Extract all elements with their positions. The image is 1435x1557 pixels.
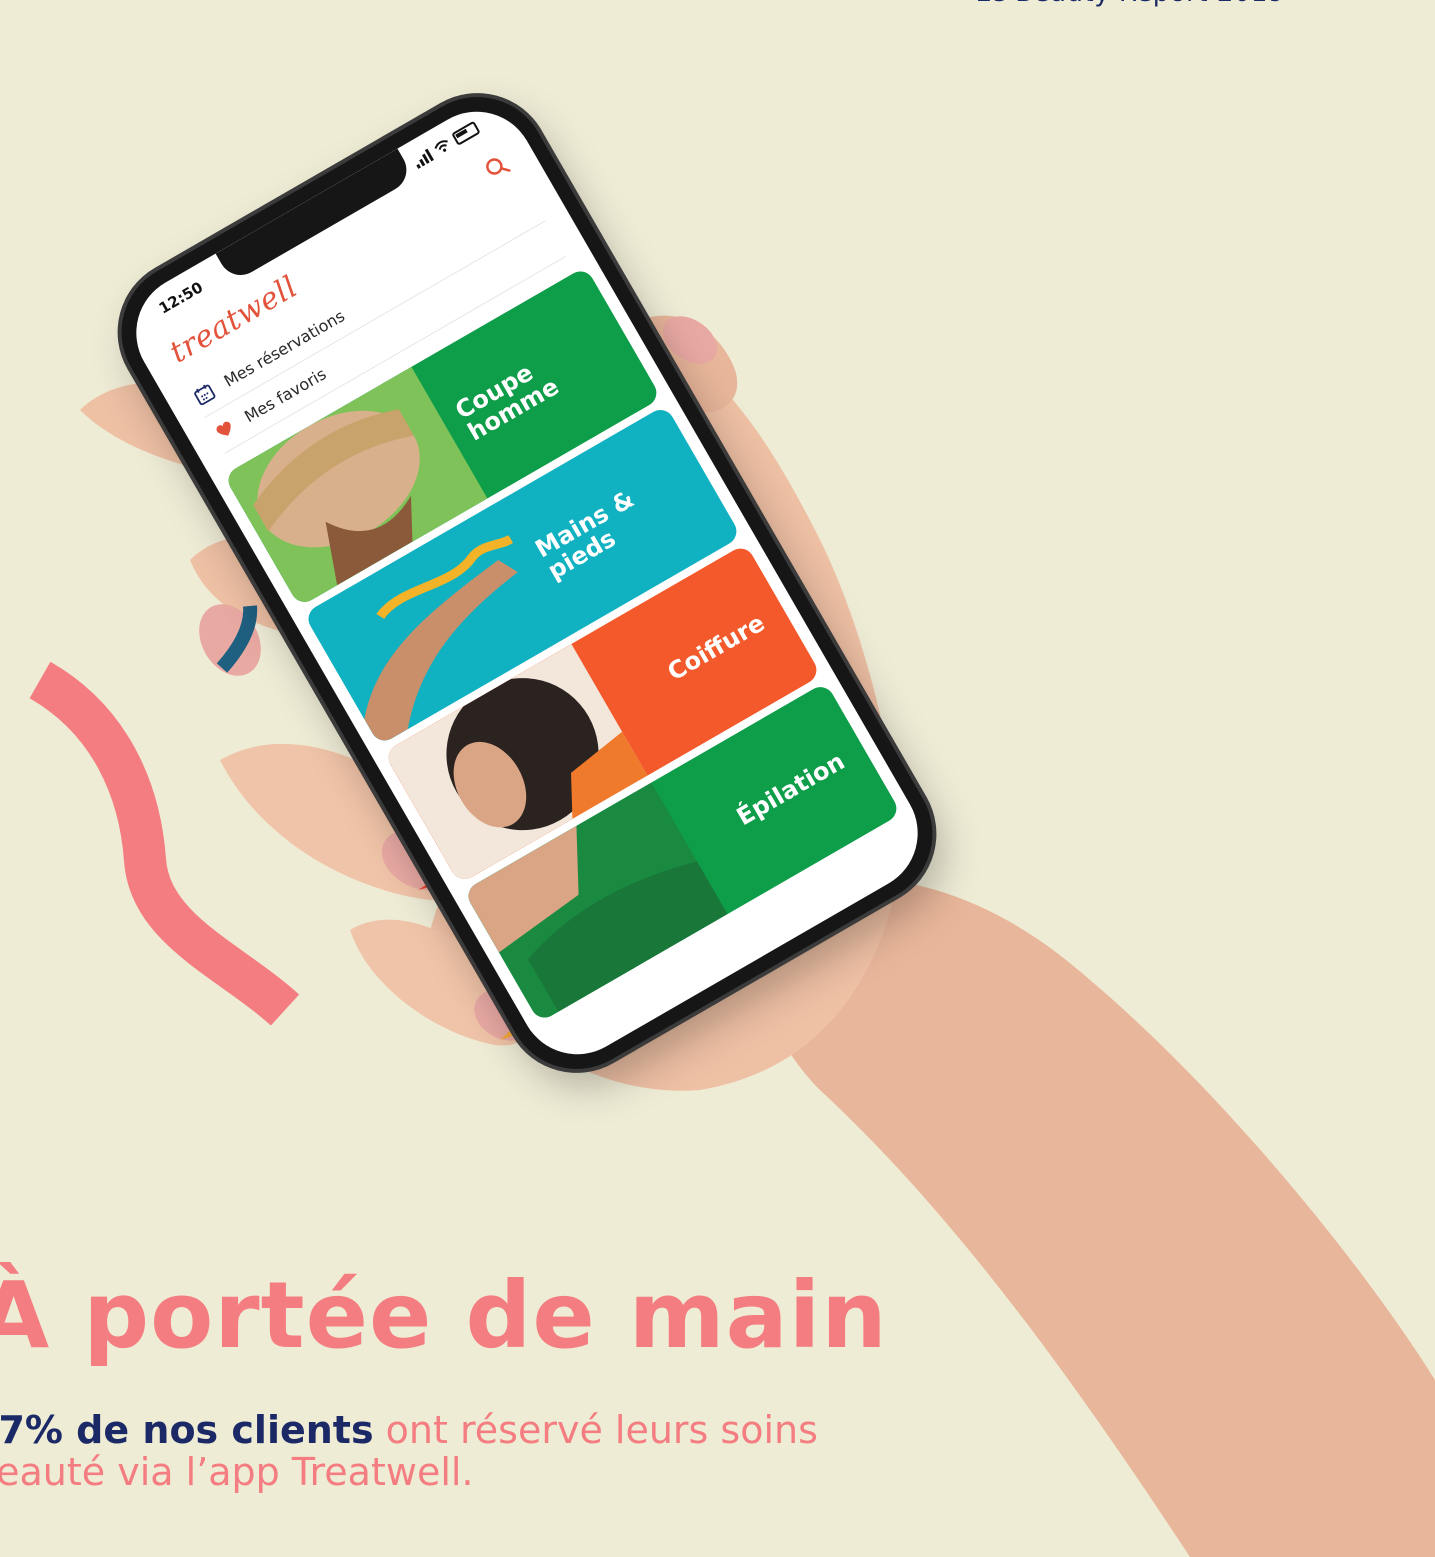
- subtext: 67% de nos clients ont réservé leurs soi…: [0, 1408, 962, 1494]
- search-button[interactable]: [477, 147, 518, 188]
- headline: À portée de main: [0, 1262, 888, 1369]
- category-label: Mains & pieds: [530, 484, 639, 586]
- wifi-icon: [434, 140, 448, 152]
- status-time: 12:50: [155, 278, 207, 318]
- calendar-icon: [188, 378, 221, 411]
- battery-icon: [451, 120, 481, 146]
- category-label: Épilation: [731, 747, 850, 832]
- subtext-highlight: 67% de nos clients: [0, 1408, 374, 1452]
- signal-icon: [412, 148, 434, 169]
- search-icon: [486, 158, 511, 175]
- heart-icon: [208, 413, 241, 446]
- category-label: Coupe homme: [450, 358, 564, 447]
- category-label: Coiffure: [662, 608, 770, 687]
